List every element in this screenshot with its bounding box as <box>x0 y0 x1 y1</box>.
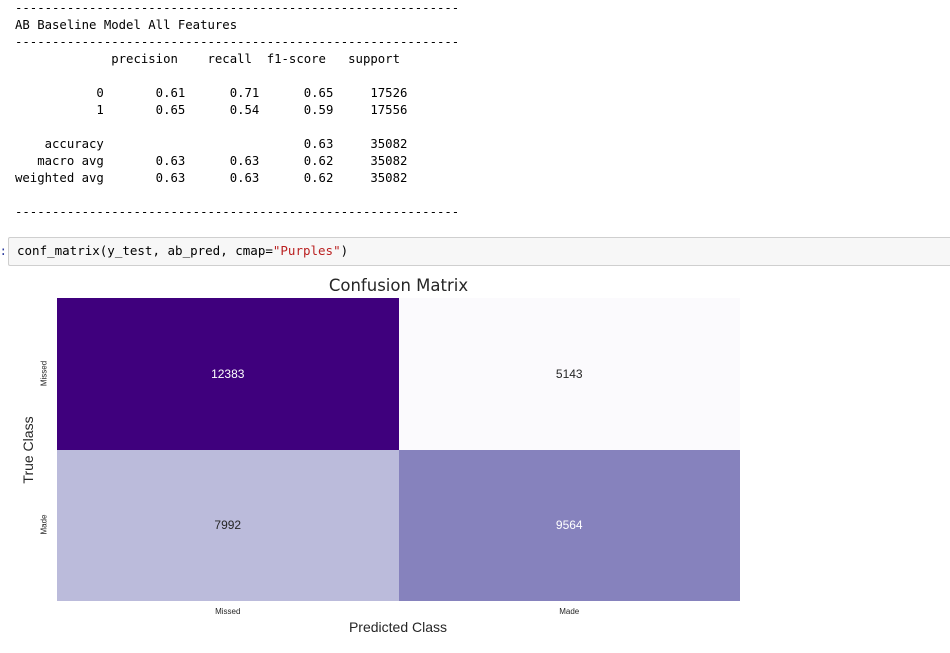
y-tick-label: Missed <box>39 360 49 386</box>
classification-report: ----------------------------------------… <box>15 0 485 221</box>
chart-title: Confusion Matrix <box>328 276 469 295</box>
report-row-blank <box>15 119 485 136</box>
report-title: AB Baseline Model All Features <box>15 18 238 32</box>
report-blank <box>15 68 485 85</box>
report-row-class-0: 0 0.61 0.71 0.65 17526 <box>15 86 408 100</box>
heatmap-cell: 9564 <box>398 449 740 601</box>
report-row-weighted-avg: weighted avg 0.63 0.63 0.62 35082 <box>15 171 408 185</box>
report-row-accuracy: accuracy 0.63 35082 <box>15 137 408 151</box>
heatmap-value-label: 7992 <box>214 518 242 533</box>
x-tick-label: Made <box>559 607 580 616</box>
confusion-matrix-heatmap: 12383 5143 7992 9564 <box>57 298 740 601</box>
heatmap-value-label: 9564 <box>555 518 583 533</box>
y-tick-label: Made <box>39 514 49 535</box>
heatmap-cell: 7992 <box>57 449 399 601</box>
report-blank-bottom <box>15 187 485 204</box>
report-row-class-1: 1 0.65 0.54 0.59 17556 <box>15 103 408 117</box>
code-cell-input[interactable]: conf_matrix(y_test, ab_pred, cmap="Purpl… <box>8 237 950 266</box>
heatmap-cell: 12383 <box>57 298 399 450</box>
code-line: conf_matrix(y_test, ab_pred, cmap="Purpl… <box>17 243 348 258</box>
cell-prompt: ]: <box>0 243 8 258</box>
y-axis-label: True Class <box>20 416 36 484</box>
x-tick-label: Missed <box>215 607 241 616</box>
code-prefix: conf_matrix(y_test, ab_pred, cmap= <box>17 243 273 258</box>
report-separator-bottom: ----------------------------------------… <box>15 205 460 219</box>
heatmap-value-label: 12383 <box>211 366 245 381</box>
report-separator-top: ----------------------------------------… <box>15 1 460 15</box>
heatmap-cell: 5143 <box>398 298 740 450</box>
x-axis-label: Predicted Class <box>348 619 448 635</box>
code-string-arg: "Purples" <box>272 243 341 258</box>
heatmap-value-label: 5143 <box>555 366 583 381</box>
report-row-macro-avg: macro avg 0.63 0.63 0.62 35082 <box>15 154 408 168</box>
report-separator-header: ----------------------------------------… <box>15 35 460 49</box>
code-suffix: ) <box>340 243 349 258</box>
report-header-row: precision recall f1-score support <box>15 52 400 66</box>
